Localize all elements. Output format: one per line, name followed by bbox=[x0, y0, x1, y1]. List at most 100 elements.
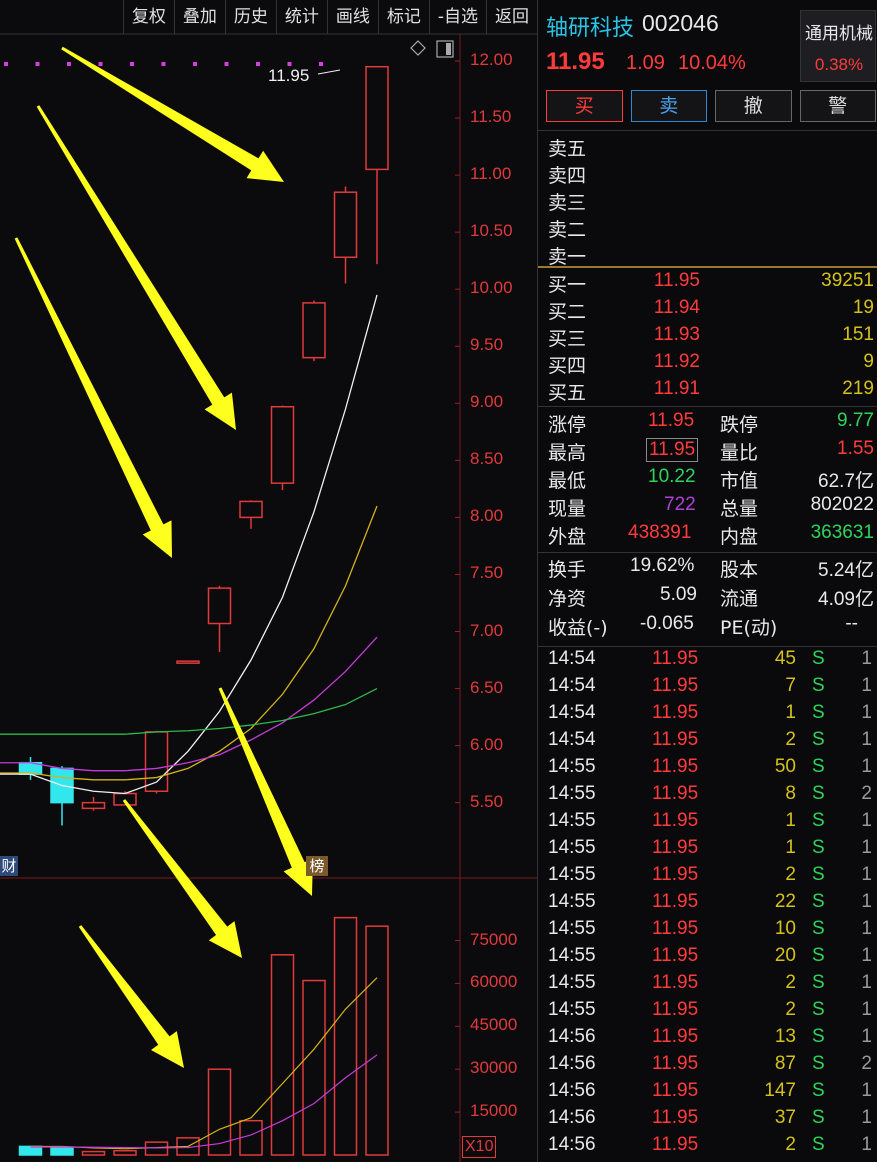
tick-price: 11.95 bbox=[652, 999, 699, 1020]
dot-marker bbox=[161, 62, 166, 66]
bid-row[interactable]: 买一 11.95 39251 bbox=[538, 270, 877, 297]
toolbar-item[interactable]: 统计 bbox=[275, 0, 327, 34]
tick-row[interactable]: 14:54 11.95 45 S 1 bbox=[538, 648, 877, 675]
tick-row[interactable]: 14:55 11.95 2 S 1 bbox=[538, 864, 877, 891]
ask-row[interactable]: 卖五 bbox=[538, 134, 877, 161]
stock-name[interactable]: 轴研科技 bbox=[546, 10, 634, 42]
inner-volume-label: 内盘 bbox=[720, 526, 759, 548]
tick-row[interactable]: 14:56 11.95 37 S 1 bbox=[538, 1107, 877, 1134]
price-alert-button[interactable]: 警 bbox=[799, 90, 876, 122]
toolbar-item[interactable]: 返回 bbox=[486, 0, 537, 34]
tick-row[interactable]: 14:54 11.95 2 S 1 bbox=[538, 729, 877, 756]
ask-level-label: 卖三 bbox=[548, 192, 587, 214]
tick-count: 2 bbox=[861, 783, 872, 804]
dot-marker bbox=[193, 62, 197, 66]
tick-row[interactable]: 14:54 11.95 7 S 1 bbox=[538, 675, 877, 702]
tick-volume: 7 bbox=[785, 675, 796, 696]
volume-tick-label: 15000 bbox=[470, 1101, 518, 1121]
ask-row[interactable]: 卖二 bbox=[538, 215, 877, 242]
tick-price: 11.95 bbox=[652, 810, 699, 831]
last-price: 11.95 bbox=[546, 48, 605, 75]
kline-chart[interactable] bbox=[0, 0, 537, 1162]
tick-price: 11.95 bbox=[652, 918, 699, 939]
tick-row[interactable]: 14:55 11.95 22 S 1 bbox=[538, 891, 877, 918]
tick-time: 14:55 bbox=[548, 918, 596, 939]
bid-row[interactable]: 买三 11.93 151 bbox=[538, 324, 877, 351]
quote-panel: 轴研科技 002046 11.95 1.09 10.04% 通用机械 0.38%… bbox=[537, 0, 877, 1162]
tick-row[interactable]: 14:55 11.95 50 S 1 bbox=[538, 756, 877, 783]
current-volume-label: 现量 bbox=[548, 498, 587, 520]
ask-row[interactable]: 卖三 bbox=[538, 188, 877, 215]
tick-row[interactable]: 14:56 11.95 147 S 1 bbox=[538, 1080, 877, 1107]
buy-button[interactable]: 买 bbox=[546, 90, 623, 122]
volume-bar bbox=[113, 1149, 137, 1156]
kline-chart-area[interactable]: 复权 叠加 历史 统计 画线 标记 -自选 返回 12.00 11.50 11.00 10.50 10… bbox=[0, 0, 537, 1162]
tick-row[interactable]: 14:56 11.95 2 S 1 bbox=[538, 1134, 877, 1161]
candle-body bbox=[302, 302, 326, 359]
tick-time: 14:56 bbox=[548, 1053, 596, 1074]
tick-side: S bbox=[812, 783, 825, 804]
toolbar-item[interactable]: 历史 bbox=[224, 0, 276, 34]
eps-label: 收益(-) bbox=[548, 617, 608, 639]
stock-header: 轴研科技 002046 11.95 1.09 10.04% 通用机械 0.38% bbox=[538, 0, 877, 86]
bid-row[interactable]: 买五 11.91 219 bbox=[538, 378, 877, 405]
tick-volume: 2 bbox=[785, 1134, 796, 1155]
tick-row[interactable]: 14:56 11.95 13 S 1 bbox=[538, 1026, 877, 1053]
tick-count: 1 bbox=[861, 1107, 872, 1128]
tick-price: 11.95 bbox=[652, 702, 699, 723]
toolbar-item[interactable]: 画线 bbox=[326, 0, 378, 34]
toolbar-item[interactable]: -自选 bbox=[428, 0, 486, 34]
tick-row[interactable]: 14:56 11.95 87 S 2 bbox=[538, 1053, 877, 1080]
volume-tick-label: 75000 bbox=[470, 929, 518, 949]
tick-price: 11.95 bbox=[652, 1134, 699, 1155]
bid-quantity: 151 bbox=[842, 324, 874, 345]
tick-row[interactable]: 14:55 11.95 2 S 1 bbox=[538, 972, 877, 999]
ask-row[interactable]: 卖四 bbox=[538, 161, 877, 188]
tick-row[interactable]: 14:55 11.95 20 S 1 bbox=[538, 945, 877, 972]
tick-count: 1 bbox=[861, 945, 872, 966]
tick-time: 14:55 bbox=[548, 945, 596, 966]
last-price-pointer bbox=[317, 69, 341, 75]
volume-bar bbox=[333, 916, 358, 1156]
tick-row[interactable]: 14:55 11.95 1 S 1 bbox=[538, 810, 877, 837]
tick-side: S bbox=[812, 837, 825, 858]
tick-side: S bbox=[812, 1080, 825, 1101]
price-change-percent: 10.04% bbox=[678, 52, 746, 74]
tick-price: 11.95 bbox=[652, 756, 699, 777]
divider bbox=[538, 130, 877, 131]
bid-row[interactable]: 买二 11.94 19 bbox=[538, 297, 877, 324]
tick-volume: 37 bbox=[774, 1107, 796, 1128]
ask-level-label: 卖四 bbox=[548, 165, 587, 187]
toolbar-item[interactable]: 叠加 bbox=[173, 0, 225, 34]
tick-time: 14:55 bbox=[548, 756, 596, 777]
diamond-icon[interactable] bbox=[410, 40, 426, 56]
ask-row[interactable]: 卖一 bbox=[538, 242, 877, 269]
toolbar-item[interactable]: 复权 bbox=[122, 0, 174, 34]
tick-row[interactable]: 14:55 11.95 1 S 1 bbox=[538, 837, 877, 864]
tick-row[interactable]: 14:55 11.95 8 S 2 bbox=[538, 783, 877, 810]
price-tick-label: 11.00 bbox=[470, 164, 512, 184]
moving-average-line bbox=[0, 294, 378, 795]
tick-row[interactable]: 14:54 11.95 1 S 1 bbox=[538, 702, 877, 729]
cancel-order-button[interactable]: 撤 bbox=[715, 90, 792, 122]
dot-marker bbox=[67, 62, 71, 66]
event-tag-ranking[interactable]: 榜 bbox=[306, 856, 328, 876]
total-volume-value: 802022 bbox=[810, 494, 874, 515]
price-tick-label: 10.50 bbox=[470, 221, 513, 241]
event-tag-finance[interactable]: 财 bbox=[0, 856, 18, 876]
toolbar-item[interactable]: 标记 bbox=[377, 0, 429, 34]
tick-count: 1 bbox=[861, 729, 872, 750]
tick-row[interactable]: 14:55 11.95 10 S 1 bbox=[538, 918, 877, 945]
limit-up-label: 涨停 bbox=[548, 414, 587, 436]
sector-box[interactable]: 通用机械 0.38% bbox=[800, 10, 876, 82]
volume-bar bbox=[302, 979, 326, 1156]
panel-toggle-icon[interactable] bbox=[436, 40, 454, 58]
candle-body bbox=[207, 587, 232, 625]
volume-bar bbox=[365, 925, 389, 1156]
tick-volume: 147 bbox=[764, 1080, 796, 1101]
price-tick-label: 6.00 bbox=[470, 734, 504, 754]
tick-row[interactable]: 14:55 11.95 2 S 1 bbox=[538, 999, 877, 1026]
tick-side: S bbox=[812, 648, 825, 669]
sell-button[interactable]: 卖 bbox=[630, 90, 707, 122]
bid-row[interactable]: 买四 11.92 9 bbox=[538, 351, 877, 378]
